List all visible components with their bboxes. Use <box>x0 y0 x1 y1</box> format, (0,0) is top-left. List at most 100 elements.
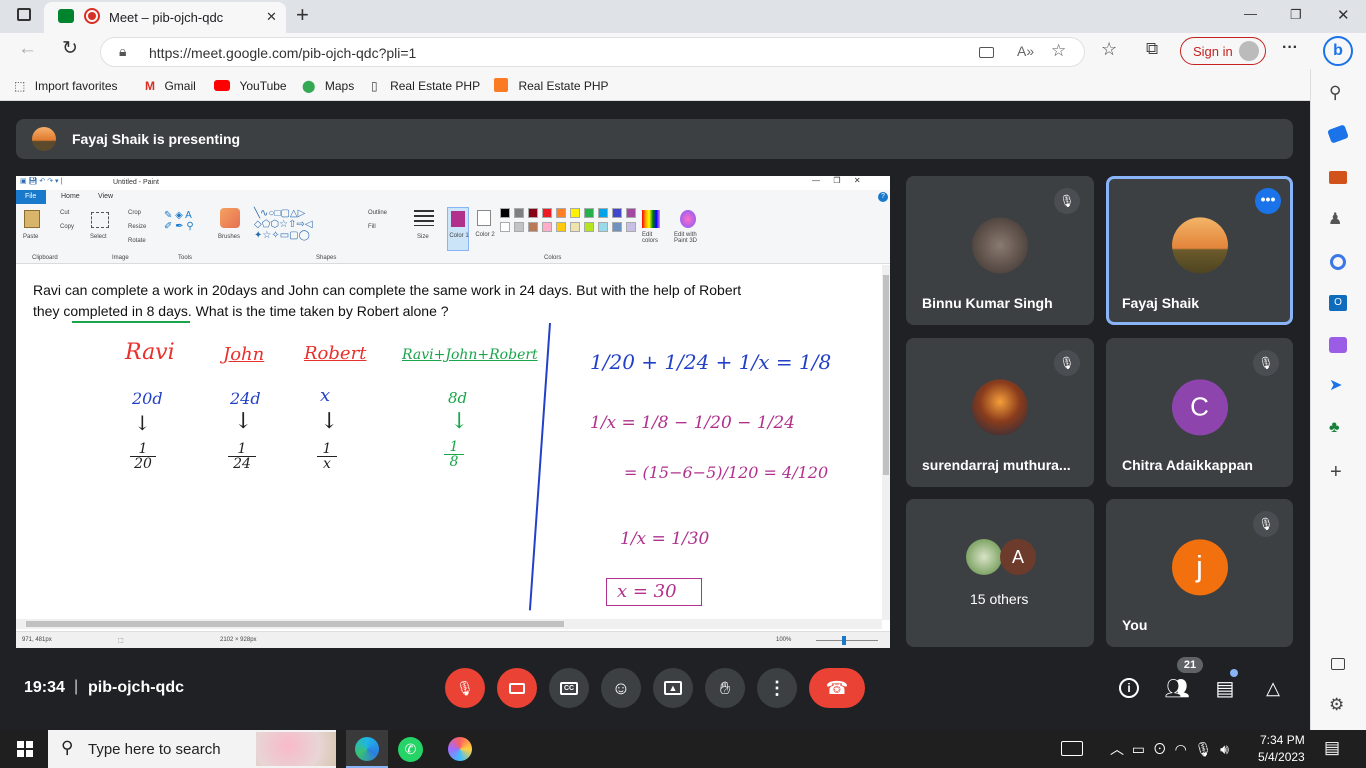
hscroll-thumb[interactable] <box>26 621 564 627</box>
outline-label[interactable]: Outline <box>368 210 387 216</box>
start-button[interactable] <box>17 741 33 757</box>
participant-tile-active[interactable]: ••• Fayaj Shaik <box>1106 176 1293 325</box>
brushes-icon[interactable] <box>220 208 240 228</box>
zoom-thumb[interactable] <box>842 636 846 645</box>
mic-toggle-button[interactable]: 🎙︎ <box>445 668 485 708</box>
fill-label[interactable]: Fill <box>368 224 376 230</box>
add-favorite-icon[interactable]: ☆ <box>1051 41 1066 61</box>
search-box[interactable]: ⚲ Type here to search <box>48 730 336 768</box>
cut-label[interactable]: Cut <box>60 210 69 216</box>
camera-icon[interactable] <box>979 47 994 58</box>
settings-icon[interactable]: ⚙ <box>1329 695 1344 715</box>
fav-youtube[interactable]: YouTube <box>214 77 287 95</box>
edit-colors-icon[interactable] <box>642 210 660 228</box>
more-options-button[interactable]: ⋮ <box>757 668 797 708</box>
zoom-slider[interactable] <box>816 636 878 645</box>
bing-icon[interactable]: b <box>1323 36 1353 66</box>
present-button[interactable]: ▲ <box>653 668 693 708</box>
participant-tile[interactable]: 🎙︎ C Chitra Adaikkappan <box>1106 338 1293 487</box>
fav-real-estate-1[interactable]: ▯ Real Estate PHP <box>371 77 480 95</box>
paint-tab-home[interactable]: Home <box>61 193 80 200</box>
palette-swatch[interactable] <box>598 222 608 232</box>
restore-button[interactable]: ❐ <box>1290 7 1302 23</box>
fav-real-estate-2[interactable]: Real Estate PHP <box>494 77 609 95</box>
palette-swatch[interactable] <box>500 208 510 218</box>
panel-icon[interactable] <box>1331 658 1345 670</box>
palette-swatch[interactable] <box>584 222 594 232</box>
palette-swatch[interactable] <box>626 222 636 232</box>
palette-swatch[interactable] <box>528 222 538 232</box>
taskbar-edge-icon[interactable] <box>346 730 388 768</box>
favorites-icon[interactable]: ☆ <box>1101 39 1117 60</box>
palette-swatch[interactable] <box>500 222 510 232</box>
clock-time[interactable]: 7:34 PM <box>1260 733 1305 747</box>
vscroll-thumb[interactable] <box>883 275 889 475</box>
palette-swatch[interactable] <box>556 208 566 218</box>
minimize-button[interactable]: — <box>1244 6 1257 21</box>
participant-tile[interactable]: 🎙︎ Binnu Kumar Singh <box>906 176 1094 325</box>
help-icon[interactable]: ? <box>878 192 888 202</box>
palette-swatch[interactable] <box>584 208 594 218</box>
palette-swatch[interactable] <box>612 208 622 218</box>
more-menu-button[interactable]: ··· <box>1282 39 1298 57</box>
chat-button[interactable]: ▤ <box>1205 668 1245 708</box>
shopping-icon[interactable] <box>1327 124 1349 144</box>
rotate-label[interactable]: Rotate <box>128 238 146 244</box>
tab-actions-icon[interactable] <box>17 8 31 21</box>
fav-gmail[interactable]: M Gmail <box>145 77 196 95</box>
refresh-icon[interactable]: ↻ <box>62 37 78 60</box>
tab-meet[interactable]: Meet – pib-ojch-qdc ✕ <box>44 2 286 33</box>
self-tile[interactable]: 🎙︎ j You <box>1106 499 1293 647</box>
more-options-icon[interactable]: ••• <box>1255 188 1281 214</box>
captions-button[interactable]: CC <box>549 668 589 708</box>
palette-swatch[interactable] <box>570 222 580 232</box>
clock-date[interactable]: 5/4/2023 <box>1258 750 1305 764</box>
leave-call-button[interactable]: ☎︎ <box>809 668 865 708</box>
fav-maps[interactable]: ⬤ Maps <box>302 77 354 95</box>
tree-icon[interactable]: ♣ <box>1329 419 1340 437</box>
palette-swatch[interactable] <box>528 208 538 218</box>
taskbar-whatsapp-icon[interactable]: ✆ <box>398 737 423 762</box>
activities-button[interactable]: △ <box>1253 668 1293 708</box>
tools-icon[interactable] <box>1329 171 1347 184</box>
paint-tab-file[interactable]: File <box>16 190 46 204</box>
palette-swatch[interactable] <box>542 222 552 232</box>
paint3d-icon[interactable] <box>680 210 696 228</box>
notifications-icon[interactable]: ▤ <box>1324 738 1340 758</box>
games-icon[interactable]: ♟ <box>1328 209 1342 229</box>
taskbar-paint-icon[interactable] <box>448 737 472 761</box>
palette-swatch[interactable] <box>514 208 524 218</box>
camera-toggle-button[interactable] <box>497 668 537 708</box>
paint-window-controls[interactable]: — ❐ ✕ <box>812 176 861 185</box>
paste-icon[interactable] <box>24 210 40 228</box>
outlook-icon[interactable]: O <box>1329 295 1347 311</box>
paint-tab-view[interactable]: View <box>98 193 113 200</box>
resize-label[interactable]: Resize <box>128 224 146 230</box>
back-icon[interactable]: ← <box>18 38 37 60</box>
copy-label[interactable]: Copy <box>60 224 74 230</box>
tray-icons[interactable]: ︿ ▭ ⊙ ◠ 🎙︎ 🔊︎ <box>1110 739 1229 759</box>
tool-icons[interactable]: ✎ ◈ A ✐ ✒ ⚲ <box>164 210 194 232</box>
search-icon[interactable]: ⚲ <box>1329 83 1341 103</box>
close-window-button[interactable]: ✕ <box>1337 6 1350 24</box>
palette-swatch[interactable] <box>514 222 524 232</box>
raise-hand-button[interactable]: ✋︎ <box>705 668 745 708</box>
new-tab-button[interactable]: + <box>296 2 309 28</box>
palette-swatch[interactable] <box>542 208 552 218</box>
url-field[interactable]: 🔒︎ https://meet.google.com/pib-ojch-qdc?… <box>100 37 1085 67</box>
info-button[interactable]: i <box>1109 668 1149 708</box>
designer-icon[interactable] <box>1329 337 1347 353</box>
add-icon[interactable]: + <box>1330 461 1342 484</box>
paint-vscrollbar[interactable] <box>882 265 890 620</box>
participant-tile[interactable]: 🎙︎ surendarraj muthura... <box>906 338 1094 487</box>
palette-swatch[interactable] <box>570 208 580 218</box>
read-aloud-icon[interactable]: A» <box>1017 43 1034 59</box>
people-button[interactable]: 👥︎ <box>1157 668 1197 708</box>
tab-close-icon[interactable]: ✕ <box>266 9 277 25</box>
size-icon[interactable] <box>414 210 434 226</box>
paint-hscrollbar[interactable] <box>16 619 882 629</box>
palette-swatch[interactable] <box>556 222 566 232</box>
send-icon[interactable]: ➤ <box>1329 375 1342 395</box>
fav-import-favorites[interactable]: ⬚ Import favorites <box>14 77 118 95</box>
crop-label[interactable]: Crop <box>128 210 141 216</box>
